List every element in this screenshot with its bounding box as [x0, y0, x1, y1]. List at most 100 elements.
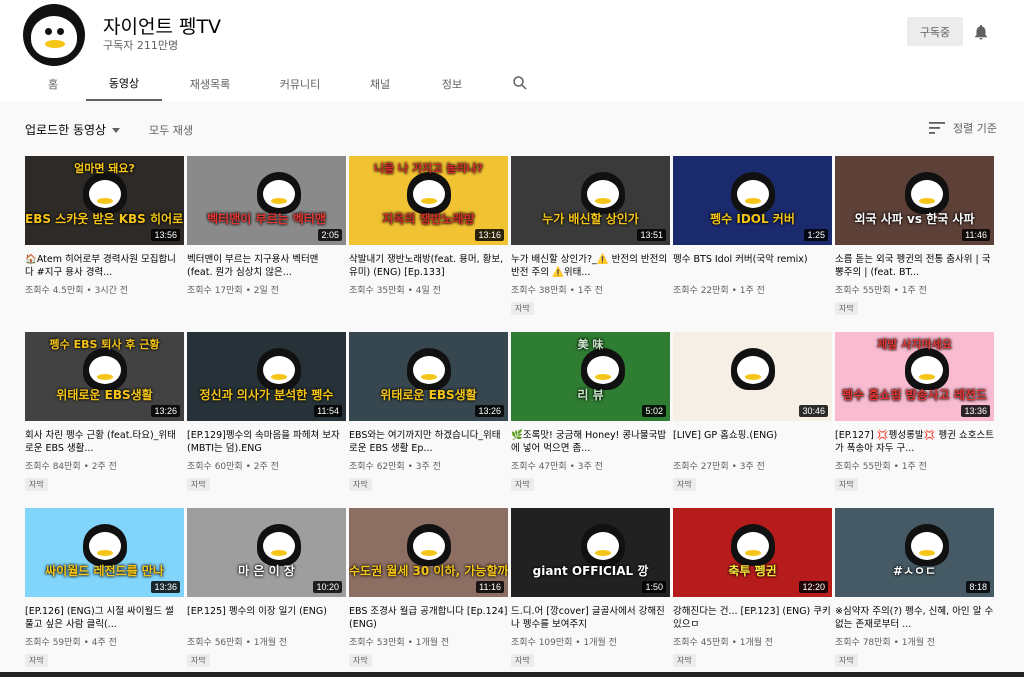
penguin-icon: [905, 172, 949, 214]
thumbnail-caption: 리 뷰: [577, 388, 604, 402]
video-card[interactable]: 펭수 IDOL 커버 1:25 펭수 BTS Idol 커버(국악 remix) 조회…: [673, 156, 832, 296]
sort-button[interactable]: 정렬 기준: [929, 120, 997, 136]
penguin-icon: [731, 172, 775, 214]
uploads-label: 업로드한 동영상: [25, 123, 107, 137]
video-title[interactable]: 회사 차린 펭수 근황 (feat.타요)_위태로운 EBS 생활...: [25, 429, 184, 455]
video-thumbnail[interactable]: 싸이월드 레전드를 만나 13:36: [25, 508, 184, 597]
video-duration: 5:02: [642, 405, 666, 417]
video-title[interactable]: 🏠Atem 히어로부 경력사원 모집합니다 #지구 용사 경력...: [25, 253, 184, 279]
thumbnail-caption: 벡터맨이 부르는 벡터맨: [207, 212, 326, 226]
video-duration: 13:26: [151, 405, 180, 417]
video-card[interactable]: 펭수 EBS 퇴사 후 근황 위태로운 EBS생활 13:26 회사 차린 펭수 근황…: [25, 332, 184, 491]
video-title[interactable]: 소름 돋는 외국 펭귄의 전통 춤사위 | 국뽕주의 | (feat. BT..…: [835, 253, 994, 279]
channel-tabs: 홈 동영상 재생목록 커뮤니티 채널 정보: [0, 66, 1024, 101]
video-thumbnail[interactable]: 수도권 월세 30 이하, 가능할까요? 11:16: [349, 508, 508, 597]
tab-playlists[interactable]: 재생목록: [172, 66, 248, 101]
video-thumbnail[interactable]: 니들 나 가지고 놀리냐? 지옥의 쟁반노래방 13:16: [349, 156, 508, 245]
search-icon[interactable]: [511, 74, 529, 92]
video-title[interactable]: ※심약자 주의(?) 펭수, 신혜, 아인 알 수 없는 존재로부터 ...: [835, 605, 994, 631]
video-card[interactable]: 축투 펭귄 12:20 강해진다는 건... [EP.123] (ENG) 쿠키있으…: [673, 508, 832, 667]
video-title[interactable]: 강해진다는 건... [EP.123] (ENG) 쿠키있으ㅁ: [673, 605, 832, 631]
videos-toolbar: 업로드한 동영상 모두 재생 정렬 기준: [0, 101, 1024, 153]
penguin-icon: [407, 348, 451, 390]
video-card[interactable]: 美 味 리 뷰 5:02 🌿조록맛! 궁금해 Honey! 콩나물국밥에 넣어 먹으면…: [511, 332, 670, 491]
video-title[interactable]: EBS 조경사 월급 공개합니다 [Ep.124] (ENG): [349, 605, 508, 631]
penguin-icon: [905, 524, 949, 566]
video-thumbnail[interactable]: giant OFFICIAL 깡 1:50: [511, 508, 670, 597]
video-thumbnail[interactable]: 정신과 의사가 분석한 펭수 11:54: [187, 332, 346, 421]
video-title[interactable]: 드.디.어 [깡cover] 글골사에서 강해진 나 펭수를 보여주지: [511, 605, 670, 631]
video-thumbnail[interactable]: 축투 펭귄 12:20: [673, 508, 832, 597]
channel-avatar[interactable]: [23, 4, 85, 66]
video-thumbnail[interactable]: 펭수 IDOL 커버 1:25: [673, 156, 832, 245]
video-thumbnail[interactable]: 美 味 리 뷰 5:02: [511, 332, 670, 421]
thumbnail-top-text: 니들 나 가지고 놀리냐?: [374, 162, 483, 175]
video-card[interactable]: 30:46 [LIVE] GP 홈쇼핑.(ENG) 조회수 27만회 • 3주 전자…: [673, 332, 832, 491]
video-card[interactable]: 외국 사파 vs 한국 사파 11:46 소름 돋는 외국 펭귄의 전통 춤사위 |…: [835, 156, 994, 315]
caption-badge: 자막: [349, 654, 372, 667]
video-meta: 조회수 53만회 • 1개월 전: [349, 638, 450, 648]
video-card[interactable]: #ㅅㅇㄷ 8:18 ※심약자 주의(?) 펭수, 신혜, 아인 알 수 없는 존재로…: [835, 508, 994, 667]
video-title[interactable]: 펭수 BTS Idol 커버(국악 remix): [673, 253, 832, 279]
thumbnail-caption: giant OFFICIAL 깡: [532, 564, 649, 578]
video-duration: 1:25: [804, 229, 828, 241]
video-title[interactable]: [EP.127] 💢펭성롱발💢 펭귄 쇼호스트가 폭송아 자두 구...: [835, 429, 994, 455]
video-title[interactable]: 삭발내기 쟁반노래방(feat. 용머, 황보, 유미) (ENG) [Ep.1…: [349, 253, 508, 279]
penguin-icon: [581, 348, 625, 390]
thumbnail-caption: 펭수 홈쇼핑 방송사고 레전드: [841, 388, 987, 402]
penguin-icon: [257, 172, 301, 214]
video-card[interactable]: 니들 나 가지고 놀리냐? 지옥의 쟁반노래방 13:16 삭발내기 쟁반노래방(fe…: [349, 156, 508, 296]
caption-badge: 자막: [835, 302, 858, 315]
video-title[interactable]: [LIVE] GP 홈쇼핑.(ENG): [673, 429, 832, 455]
video-card[interactable]: 벡터맨이 부르는 벡터맨 2:05 벡터맨이 부르는 지구용사 벡터맨 (feat.…: [187, 156, 346, 296]
video-title[interactable]: [EP.126] (ENG)그 시절 싸이월드 썰 풀고 싶은 사람 클릭(..…: [25, 605, 184, 631]
video-duration: 11:46: [962, 229, 990, 241]
video-title[interactable]: EBS와는 여기까지만 하겠습니다_위태로운 EBS 생활 Ep...: [349, 429, 508, 455]
video-title[interactable]: [EP.125] 펭수의 이장 일기 (ENG): [187, 605, 346, 631]
video-duration: 13:26: [475, 405, 504, 417]
video-title[interactable]: 🌿조록맛! 궁금해 Honey! 콩나물국밥에 넣어 먹으면 좀...: [511, 429, 670, 455]
video-duration: 13:16: [475, 229, 504, 241]
video-meta: 조회수 38만회 • 1주 전: [511, 286, 603, 296]
video-thumbnail[interactable]: 제발 사지마세요 펭수 홈쇼핑 방송사고 레전드 13:36: [835, 332, 994, 421]
video-card[interactable]: 수도권 월세 30 이하, 가능할까요? 11:16 EBS 조경사 월급 공개합니…: [349, 508, 508, 667]
video-thumbnail[interactable]: #ㅅㅇㄷ 8:18: [835, 508, 994, 597]
uploads-dropdown[interactable]: 업로드한 동영상: [25, 121, 121, 138]
video-thumbnail[interactable]: 펭수 EBS 퇴사 후 근황 위태로운 EBS생활 13:26: [25, 332, 184, 421]
bell-icon[interactable]: [972, 22, 990, 42]
video-thumbnail[interactable]: 30:46: [673, 332, 832, 421]
penguin-icon: [905, 348, 949, 390]
caption-badge: 자막: [349, 478, 372, 491]
video-thumbnail[interactable]: 벡터맨이 부르는 벡터맨 2:05: [187, 156, 346, 245]
video-card[interactable]: 위태로운 EBS생활 13:26 EBS와는 여기까지만 하겠습니다_위태로운 EB…: [349, 332, 508, 491]
video-card[interactable]: 제발 사지마세요 펭수 홈쇼핑 방송사고 레전드 13:36 [EP.127] 💢펭성…: [835, 332, 994, 491]
video-card[interactable]: 정신과 의사가 분석한 펭수 11:54 [EP.129]펭수의 속마음을 파헤쳐 …: [187, 332, 346, 491]
subscribe-button[interactable]: 구독중: [907, 17, 963, 46]
video-thumbnail[interactable]: 마 은 이 장 10:20: [187, 508, 346, 597]
penguin-icon: [257, 524, 301, 566]
thumbnail-top-text: 펭수 EBS 퇴사 후 근황: [49, 338, 160, 351]
tab-channels[interactable]: 채널: [352, 66, 408, 101]
video-title[interactable]: 벡터맨이 부르는 지구용사 벡터맨 (feat. 뭔가 심상치 않은...: [187, 253, 346, 279]
tab-home[interactable]: 홈: [30, 66, 76, 101]
play-all-button[interactable]: 모두 재생: [149, 122, 193, 138]
video-card[interactable]: 누가 배신할 상인가 13:51 누가 배신할 상인가?_⚠️ 반전의 반전의 반전…: [511, 156, 670, 315]
video-title[interactable]: [EP.129]펭수의 속마음을 파헤쳐 보자(MBTI는 덤).ENG: [187, 429, 346, 455]
caption-badge: 자막: [511, 478, 534, 491]
video-meta: 조회수 62만회 • 3주 전: [349, 462, 441, 472]
video-duration: 13:56: [151, 229, 180, 241]
video-thumbnail[interactable]: 외국 사파 vs 한국 사파 11:46: [835, 156, 994, 245]
video-card[interactable]: giant OFFICIAL 깡 1:50 드.디.어 [깡cover] 글골사에서…: [511, 508, 670, 667]
video-title[interactable]: 누가 배신할 상인가?_⚠️ 반전의 반전의 반전 주의 ⚠️위태...: [511, 253, 670, 279]
video-card[interactable]: 마 은 이 장 10:20 [EP.125] 펭수의 이장 일기 (ENG) 조회수 …: [187, 508, 346, 667]
tab-community[interactable]: 커뮤니티: [262, 66, 338, 101]
video-thumbnail[interactable]: 위태로운 EBS생활 13:26: [349, 332, 508, 421]
tab-videos[interactable]: 동영상: [86, 66, 162, 101]
video-thumbnail[interactable]: 얼마면 돼요? EBS 스카웃 받은 KBS 히어로 근황 13:56: [25, 156, 184, 245]
tab-about[interactable]: 정보: [424, 66, 480, 101]
video-card[interactable]: 얼마면 돼요? EBS 스카웃 받은 KBS 히어로 근황 13:56 🏠Atem 히…: [25, 156, 184, 296]
video-thumbnail[interactable]: 누가 배신할 상인가 13:51: [511, 156, 670, 245]
caption-badge: 자막: [187, 654, 210, 667]
video-card[interactable]: 싸이월드 레전드를 만나 13:36 [EP.126] (ENG)그 시절 싸이월드…: [25, 508, 184, 667]
caption-badge: 자막: [673, 478, 696, 491]
